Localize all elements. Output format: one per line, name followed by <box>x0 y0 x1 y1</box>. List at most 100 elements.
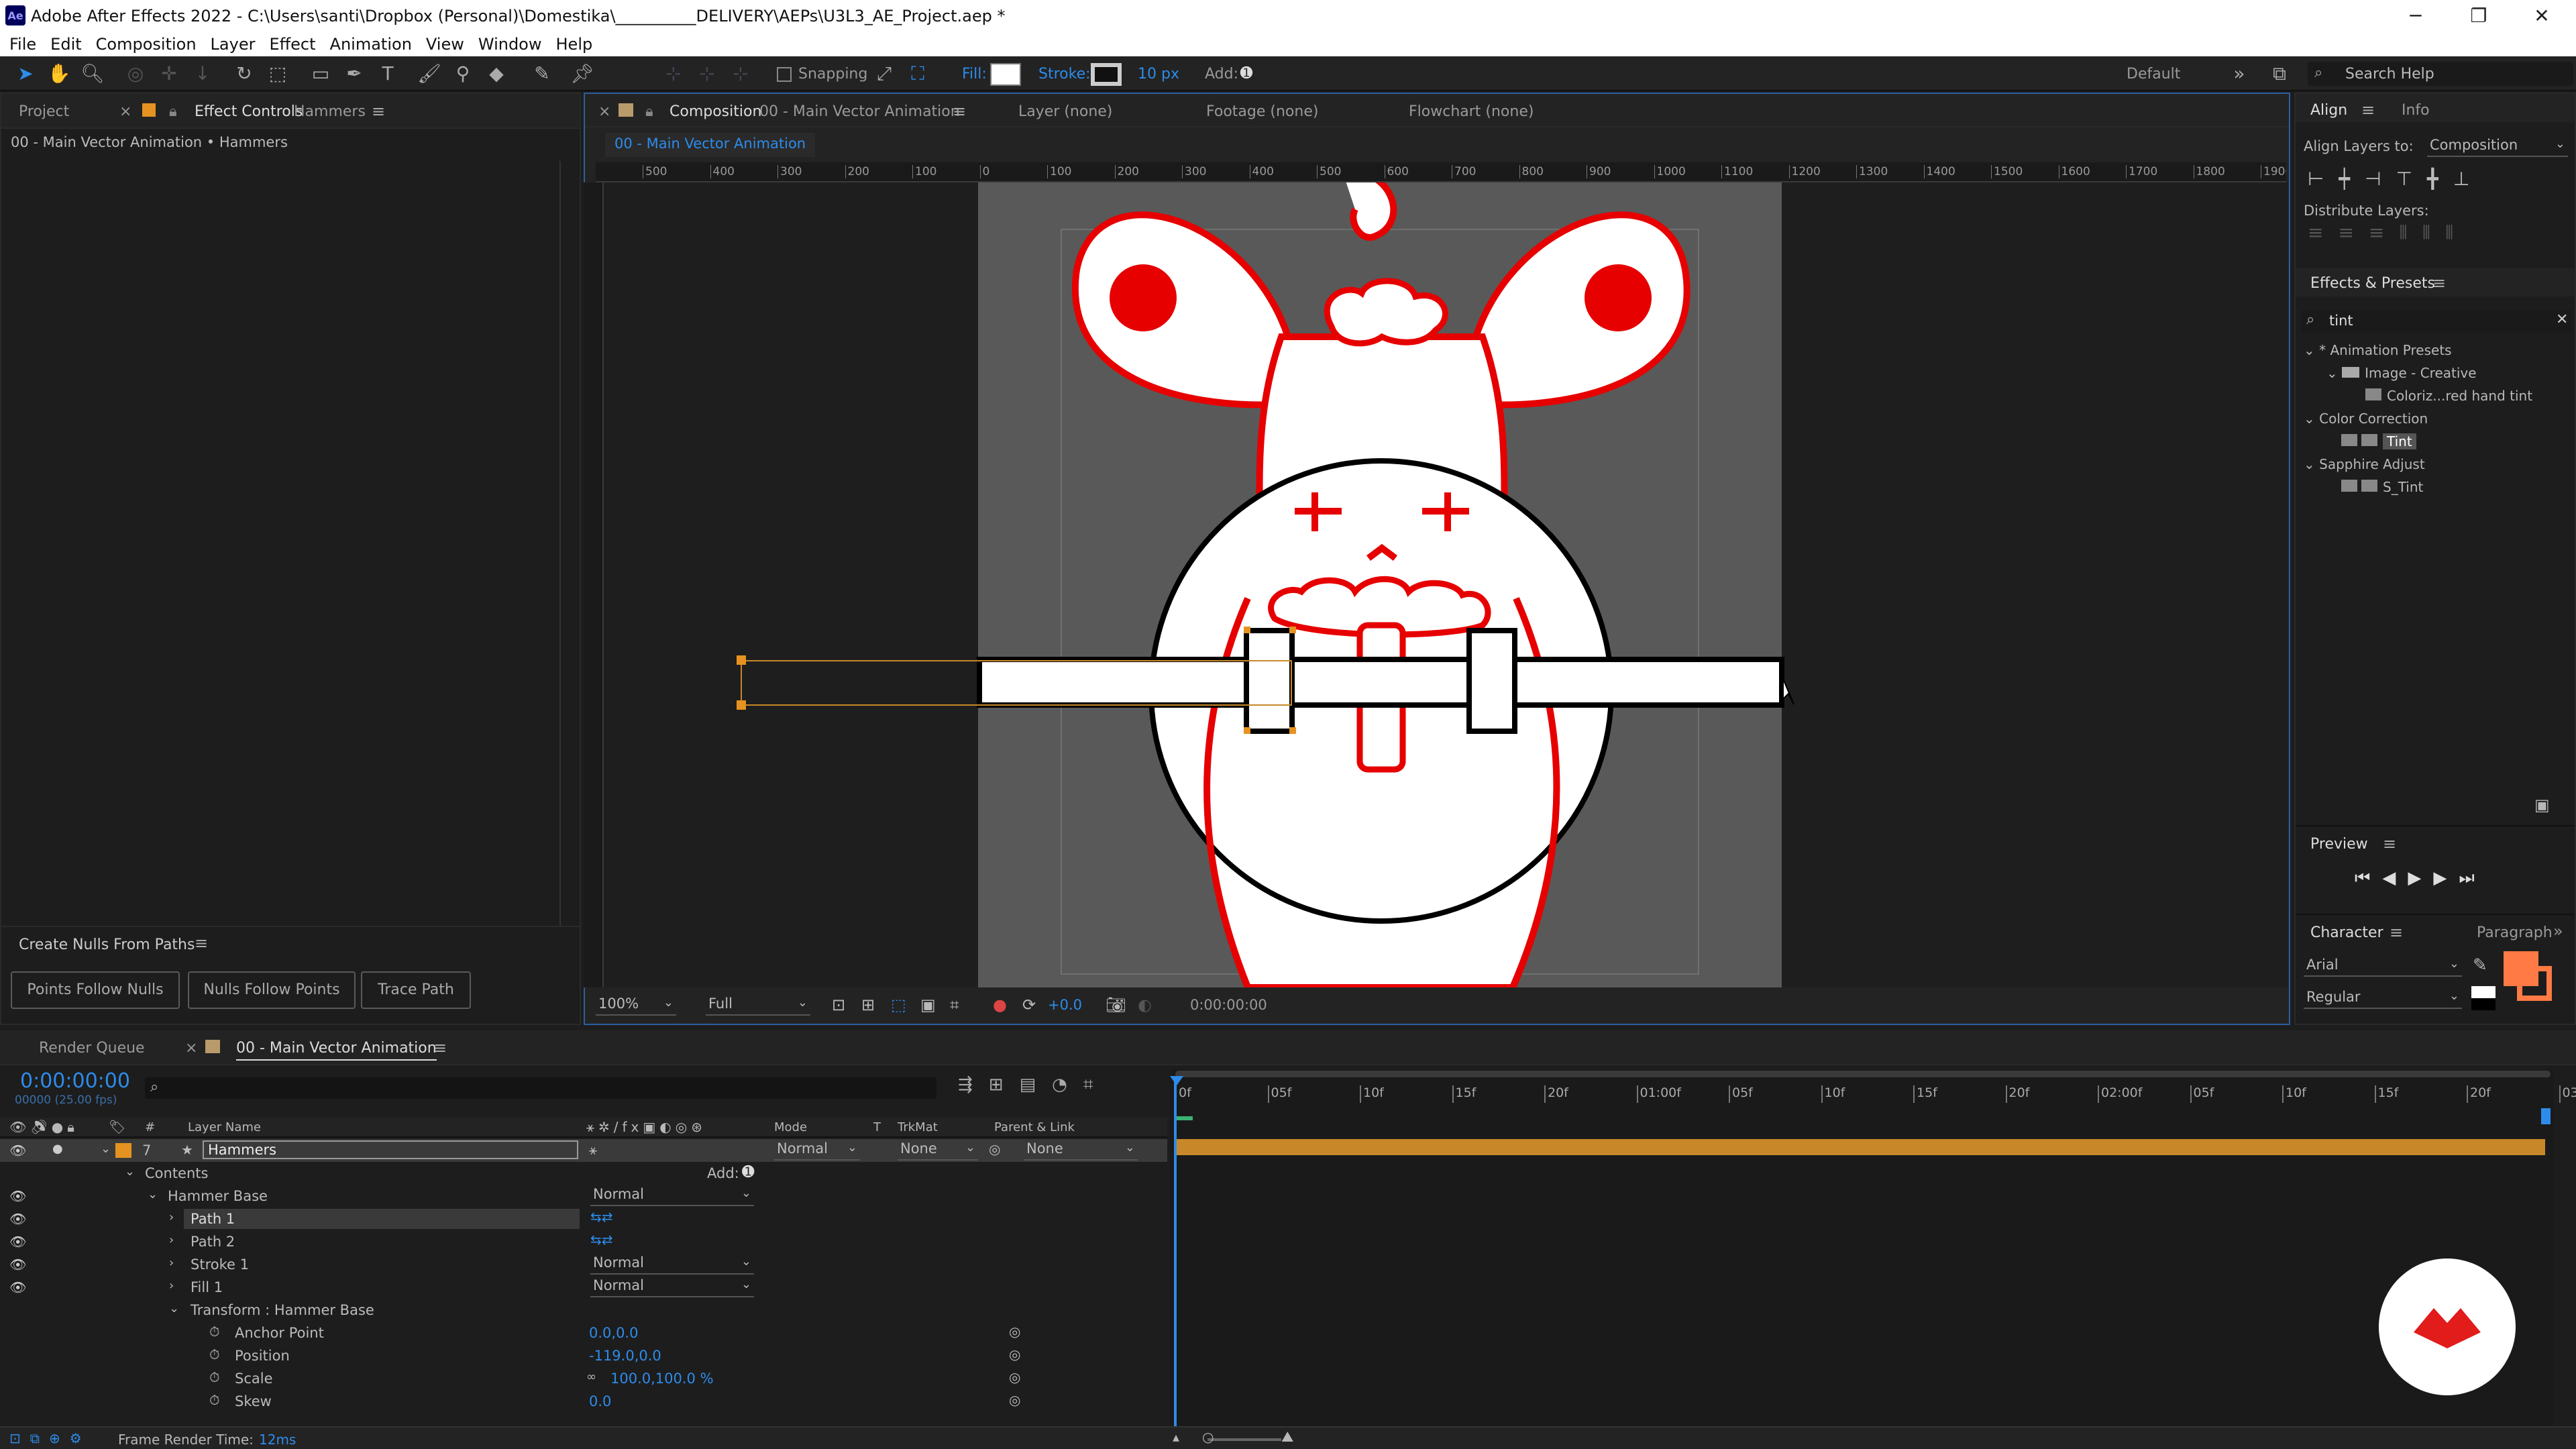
snapshot-camera-icon[interactable]: 📷︎ <box>1106 996 1126 1014</box>
reset-exposure-icon[interactable]: ⟳ <box>1022 996 1036 1014</box>
row-fill-1[interactable]: 👁︎ › Fill 1 Normal ⌄ <box>0 1276 1167 1299</box>
add-shape-button-icon[interactable]: ➊ <box>1234 62 1258 86</box>
stopwatch-icon[interactable]: ⏱︎ <box>209 1324 220 1340</box>
mode-column[interactable]: Mode <box>774 1120 807 1134</box>
blend-mode-dropdown[interactable]: Normal ⌄ <box>590 1254 754 1275</box>
nulls-follow-points-button[interactable]: Nulls Follow Points <box>188 971 356 1009</box>
eyedropper-icon[interactable]: ✎ <box>2473 955 2487 975</box>
close-tab-icon[interactable]: × <box>119 103 131 120</box>
blend-mode-dropdown[interactable]: Normal ⌄ <box>590 1277 754 1297</box>
tree-item-tint[interactable]: Tint <box>2341 433 2416 449</box>
tab-timeline-comp[interactable]: 00 - Main Vector Animation <box>236 1040 437 1061</box>
chevron-right-icon[interactable]: › <box>169 1256 174 1270</box>
comp-pasteboard[interactable] <box>604 182 2288 987</box>
menu-animation[interactable]: Animation <box>330 32 412 54</box>
chevron-down-icon[interactable]: ⌄ <box>148 1187 158 1201</box>
t-column[interactable]: T <box>873 1120 881 1134</box>
view-axis-icon[interactable]: ⊹ <box>729 62 753 86</box>
orbit-camera-icon[interactable]: ◎ <box>123 62 148 86</box>
pen-tool-icon[interactable]: ✒ <box>342 62 366 86</box>
layer-name-column[interactable]: Layer Name <box>188 1120 261 1134</box>
zoom-out-icon[interactable]: ▴ <box>1173 1429 1179 1445</box>
tab-layer[interactable]: Layer (none) <box>1018 103 1112 120</box>
pan-camera-icon[interactable]: ✛ <box>157 62 181 86</box>
restore-button[interactable]: ❐ <box>2455 3 2502 30</box>
pan-behind-icon[interactable]: ⬚ <box>266 62 290 86</box>
new-bin-icon[interactable]: ▣ <box>2534 796 2550 814</box>
tab-render-queue[interactable]: Render Queue <box>39 1040 145 1057</box>
expression-pickwhip-icon[interactable]: ◎ <box>1009 1369 1020 1385</box>
visibility-eye-icon[interactable]: 👁︎ <box>9 1279 26 1295</box>
tab-paragraph[interactable]: Paragraph <box>2477 924 2553 941</box>
zoom-tool-icon[interactable]: 🔍︎ <box>80 62 105 86</box>
effect-controls-scrollbar[interactable] <box>559 161 569 926</box>
align-layers-to-dropdown[interactable]: Composition ⌄ <box>2427 137 2568 157</box>
transparency-grid-icon[interactable]: ⊞ <box>861 996 875 1014</box>
timeline-search-field[interactable]: ⌕ <box>145 1077 936 1099</box>
playhead-handle[interactable] <box>1170 1076 1183 1085</box>
tree-item-sapphire-adjust[interactable]: ⌄ Sapphire Adjust <box>2304 456 2425 472</box>
status-icons[interactable]: ⊡⧉⊕⚙ <box>9 1430 91 1446</box>
position-value[interactable]: -119.0,0.0 <box>589 1348 661 1364</box>
puppet-pin-icon[interactable]: 📌︎ <box>570 62 594 86</box>
tab-align[interactable]: Align <box>2310 102 2347 119</box>
menu-edit[interactable]: Edit <box>50 32 81 54</box>
panel-menu-icon[interactable]: ≡ <box>372 102 385 121</box>
row-hammer-base[interactable]: 👁︎ ⌄ Hammer Base Normal ⌄ <box>0 1185 1167 1208</box>
expression-pickwhip-icon[interactable]: ◎ <box>1009 1346 1020 1362</box>
tab-composition[interactable]: Composition <box>669 103 761 120</box>
chevron-right-icon[interactable]: › <box>169 1279 174 1293</box>
zoom-dropdown[interactable]: 100% ⌄ <box>596 996 676 1016</box>
effects-search-field[interactable]: ⌕ tint ✕ <box>2301 310 2572 333</box>
selection-tool-icon[interactable]: ➤ <box>13 62 38 86</box>
layer-color-label[interactable] <box>115 1143 131 1158</box>
font-family-dropdown[interactable]: Arial ⌄ <box>2304 957 2462 977</box>
menu-view[interactable]: View <box>426 32 464 54</box>
distribute-buttons[interactable]: ≡≡≡⦀⦀⦀ <box>2308 221 2468 244</box>
rectangle-tool-icon[interactable]: ▭ <box>309 62 333 86</box>
panel-menu-icon[interactable]: ≡ <box>2383 835 2396 853</box>
layer-duration-bar[interactable] <box>1175 1139 2545 1155</box>
rotation-tool-icon[interactable]: ↻ <box>232 62 256 86</box>
dolly-camera-icon[interactable]: ↓ <box>191 62 215 86</box>
menu-help[interactable]: Help <box>556 32 593 54</box>
close-tab-icon[interactable]: × <box>185 1040 197 1057</box>
mask-visibility-icon[interactable]: ⬚ <box>891 996 906 1014</box>
hand-tool-icon[interactable]: ✋ <box>47 62 71 86</box>
expression-pickwhip-icon[interactable]: ◎ <box>1009 1392 1020 1408</box>
channels-icon[interactable]: ● <box>993 996 1007 1014</box>
timeline-switches-icons[interactable]: ⇶⊞▤◔⌗ <box>958 1075 1109 1095</box>
row-contents[interactable]: ⌄ Contents Add: ➊ <box>0 1162 1167 1185</box>
row-path-1[interactable]: 👁︎ › Path 1 ⇆⇄ <box>0 1208 1167 1230</box>
stopwatch-icon[interactable]: ⏱︎ <box>209 1346 220 1362</box>
menu-composition[interactable]: Composition <box>96 32 197 54</box>
brush-tool-icon[interactable]: 🖌︎ <box>417 62 441 86</box>
skew-value[interactable]: 0.0 <box>589 1393 611 1409</box>
panel-menu-icon[interactable]: ≡ <box>2361 101 2375 119</box>
solo-icon[interactable]: ● <box>52 1142 63 1156</box>
panel-menu-icon[interactable]: ≡ <box>195 934 208 953</box>
region-of-interest-icon[interactable]: ⊡ <box>832 996 845 1014</box>
row-scale[interactable]: ⏱︎ Scale ∞ 100.0,100.0 % ◎ <box>0 1367 1167 1390</box>
row-stroke-1[interactable]: 👁︎ › Stroke 1 Normal ⌄ <box>0 1253 1167 1276</box>
visibility-eye-icon[interactable]: 👁︎ <box>9 1256 26 1273</box>
row-path-2[interactable]: 👁︎ › Path 2 ⇆⇄ <box>0 1230 1167 1253</box>
panel-menu-icon[interactable]: ≡ <box>2390 923 2403 942</box>
tab-info[interactable]: Info <box>2402 102 2430 119</box>
snap-features-icon[interactable]: ⛶ <box>906 62 930 86</box>
effect-controls-layer-name[interactable]: Hammers <box>294 103 366 120</box>
visibility-eye-icon[interactable]: 👁︎ <box>9 1188 26 1204</box>
minimize-button[interactable]: ─ <box>2392 3 2439 30</box>
constrain-proportions-icon[interactable]: ∞ <box>586 1370 596 1384</box>
tree-item-color-correction[interactable]: ⌄ Color Correction <box>2304 411 2428 427</box>
layer-mode-dropdown[interactable]: Normal ⌄ <box>774 1140 860 1161</box>
close-button[interactable]: ✕ <box>2518 3 2565 30</box>
stroke-width-value[interactable]: 10 px <box>1138 66 1179 83</box>
stopwatch-icon[interactable]: ⏱︎ <box>209 1369 220 1385</box>
search-help-field[interactable]: ⌕ Search Help <box>2308 62 2573 86</box>
align-buttons[interactable]: ⊢┿⊣⊤╋⊥ <box>2308 168 2484 190</box>
trkmat-dropdown[interactable]: None ⌄ <box>898 1140 978 1161</box>
close-tab-icon[interactable]: × <box>598 103 610 120</box>
zoom-in-icon[interactable]: ⛰︎ <box>1281 1429 1293 1446</box>
expression-pickwhip-icon[interactable]: ◎ <box>1009 1324 1020 1340</box>
